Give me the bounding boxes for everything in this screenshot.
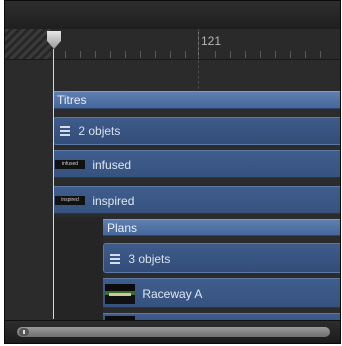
scroll-grip-icon (23, 330, 25, 334)
group-header-label: Plans (107, 221, 138, 235)
ruler-tick (95, 51, 96, 58)
ruler-tick (65, 51, 66, 58)
ruler-tick (80, 51, 81, 58)
ruler-hatched-region (5, 29, 51, 59)
clip-thumbnail: infused (55, 160, 85, 170)
collapsed-clips-titres[interactable]: 2 objets (53, 117, 340, 145)
ruler-tick (230, 51, 231, 58)
stack-icon (60, 124, 70, 138)
collapsed-count-label: 3 objets (128, 251, 171, 266)
ruler-tick (125, 51, 126, 58)
group-header-titres[interactable]: Titres (53, 91, 340, 109)
clip-label: inspired (92, 193, 135, 208)
marker-guide-line (198, 29, 199, 89)
clip-infused[interactable]: infused infused (53, 150, 340, 178)
timeline-toolbar (5, 1, 340, 29)
playhead-line (53, 49, 54, 319)
ruler-tick (185, 51, 186, 58)
timeline-panel: 121 Titres 2 objets infused infused insp… (4, 0, 341, 344)
ruler-tick (260, 51, 261, 58)
ruler-tick (215, 51, 216, 58)
ruler-timecode-label: 121 (201, 34, 222, 48)
clip-raceway-a[interactable]: Raceway A (103, 278, 340, 308)
clip-thumbnail: inspired (55, 196, 85, 206)
ruler-tick (140, 51, 141, 58)
clip-inspired[interactable]: inspired inspired (53, 186, 340, 214)
collapsed-clips-plans[interactable]: 3 objets (103, 243, 340, 273)
collapsed-count-label: 2 objets (78, 123, 121, 138)
group-header-plans[interactable]: Plans (103, 219, 340, 236)
ruler-tick (110, 51, 111, 58)
ruler-tick (170, 51, 171, 58)
group-header-label: Titres (57, 93, 87, 107)
clip-thumbnail (105, 283, 135, 304)
stack-icon (110, 252, 120, 266)
ruler-tick (305, 51, 306, 58)
ruler-tick (155, 51, 156, 58)
horizontal-scrollbar[interactable] (5, 320, 340, 343)
ruler-tick (275, 51, 276, 58)
ruler-tick (245, 51, 246, 58)
clip-label: infused (92, 157, 132, 172)
clip-label: Raceway A (142, 286, 203, 301)
nested-indent-gutter (53, 217, 103, 321)
scrollbar-track[interactable] (17, 327, 330, 337)
ruler-tick (320, 51, 321, 58)
ruler-tick (290, 51, 291, 58)
